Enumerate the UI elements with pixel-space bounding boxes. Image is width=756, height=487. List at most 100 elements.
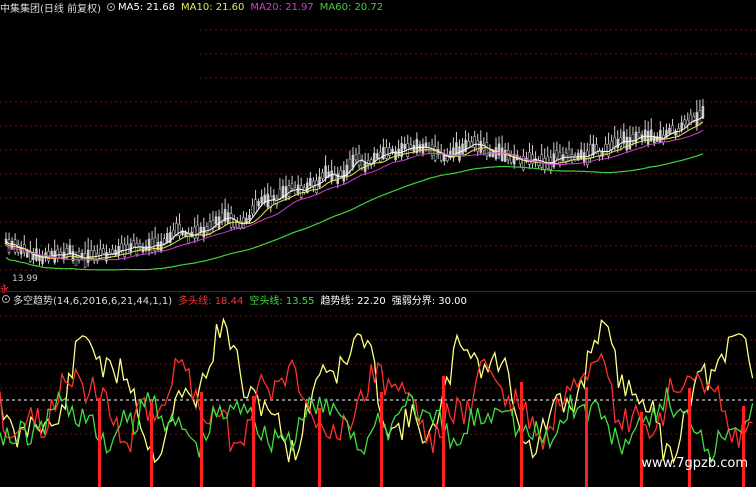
signal-bar bbox=[688, 388, 691, 487]
signal-bar bbox=[742, 406, 745, 487]
candle-body bbox=[579, 149, 583, 160]
candle-body bbox=[324, 165, 327, 179]
candle-body bbox=[634, 131, 638, 144]
candle-body bbox=[187, 232, 190, 244]
candle-body bbox=[531, 154, 534, 164]
candle-body bbox=[184, 231, 187, 237]
signal-bar bbox=[520, 382, 523, 487]
candle-body bbox=[473, 136, 476, 148]
candle-body bbox=[476, 140, 479, 152]
candle-body bbox=[382, 147, 385, 160]
candle-body bbox=[628, 137, 632, 150]
candle-body bbox=[205, 226, 209, 234]
candle-body bbox=[257, 201, 260, 207]
candle-body bbox=[248, 214, 251, 221]
candle-body bbox=[379, 151, 382, 162]
candle-body bbox=[117, 246, 120, 256]
candle-body bbox=[701, 105, 705, 119]
candle-body bbox=[373, 152, 376, 163]
candle-body bbox=[567, 148, 571, 162]
candle-body bbox=[321, 172, 324, 179]
candle-body bbox=[503, 149, 507, 162]
signal-bar bbox=[252, 396, 255, 487]
candle-body bbox=[254, 199, 257, 214]
candle-body bbox=[196, 224, 199, 239]
candle-body bbox=[309, 177, 312, 187]
candle-body bbox=[677, 128, 680, 137]
candle-body bbox=[129, 243, 133, 253]
ma10-line bbox=[5, 121, 704, 260]
candle-body bbox=[86, 249, 90, 263]
candle-body bbox=[74, 256, 78, 266]
candle-body bbox=[229, 213, 233, 228]
candle-body bbox=[193, 226, 196, 239]
signal-bar bbox=[150, 402, 153, 487]
signal-bar bbox=[585, 387, 588, 487]
candle-body bbox=[351, 154, 355, 168]
candle-body bbox=[150, 238, 154, 253]
candle-body bbox=[56, 249, 59, 259]
candle-body bbox=[172, 229, 175, 237]
candle-body bbox=[135, 242, 139, 256]
candle-body bbox=[284, 186, 288, 199]
ma60-line bbox=[5, 153, 704, 271]
signal-bar bbox=[318, 408, 321, 487]
candle-body bbox=[208, 221, 212, 234]
candle-body bbox=[211, 219, 215, 228]
candle-body bbox=[683, 119, 686, 126]
candle-body bbox=[166, 233, 169, 243]
candle-body bbox=[497, 143, 501, 156]
candle-body bbox=[13, 239, 17, 253]
candle-body bbox=[287, 185, 291, 197]
candle-body bbox=[376, 153, 379, 159]
candle-body bbox=[589, 144, 592, 159]
candle-body bbox=[315, 180, 318, 193]
candle-body bbox=[583, 152, 586, 163]
candle-body bbox=[616, 138, 619, 149]
candle-body bbox=[659, 129, 662, 144]
candle-body bbox=[178, 224, 181, 236]
candle-body bbox=[619, 137, 623, 147]
candle-body bbox=[403, 143, 406, 150]
candle-body bbox=[318, 176, 321, 187]
candle-body bbox=[479, 141, 483, 153]
low-price-label: 13.99 bbox=[12, 274, 38, 284]
candle-body bbox=[120, 243, 123, 252]
candle-body bbox=[461, 143, 464, 155]
candle-body bbox=[354, 154, 358, 161]
candle-body bbox=[102, 248, 105, 254]
candle-body bbox=[528, 152, 531, 165]
candle-body bbox=[643, 129, 647, 141]
candle-body bbox=[330, 170, 333, 182]
candle-body bbox=[260, 196, 263, 204]
candle-body bbox=[537, 160, 540, 166]
candle-body bbox=[385, 147, 388, 159]
candle-body bbox=[686, 119, 689, 125]
candle-body bbox=[698, 110, 702, 124]
candle-body bbox=[555, 150, 559, 159]
signal-bar bbox=[380, 392, 383, 487]
watermark: www.7gpzb.com bbox=[641, 456, 748, 471]
candle-body bbox=[625, 136, 629, 151]
signal-bar bbox=[442, 376, 445, 487]
candle-body bbox=[83, 253, 87, 268]
candle-body bbox=[26, 252, 29, 258]
candle-body bbox=[53, 250, 56, 263]
candle-body bbox=[132, 240, 136, 247]
candle-body bbox=[159, 241, 163, 252]
candle-body bbox=[500, 147, 504, 162]
candle-body bbox=[336, 173, 339, 184]
candle-body bbox=[348, 158, 352, 172]
ma5-line bbox=[5, 116, 704, 259]
candle-body bbox=[357, 153, 361, 166]
candle-body bbox=[646, 130, 650, 145]
signal-bar bbox=[200, 392, 203, 487]
candle-body bbox=[695, 112, 699, 127]
candle-body bbox=[467, 141, 470, 148]
price-chart[interactable] bbox=[0, 0, 756, 292]
candle-body bbox=[163, 238, 166, 244]
signal-bar bbox=[640, 412, 643, 487]
candle-body bbox=[293, 187, 297, 195]
candle-body bbox=[299, 185, 303, 198]
candle-body bbox=[251, 205, 254, 214]
